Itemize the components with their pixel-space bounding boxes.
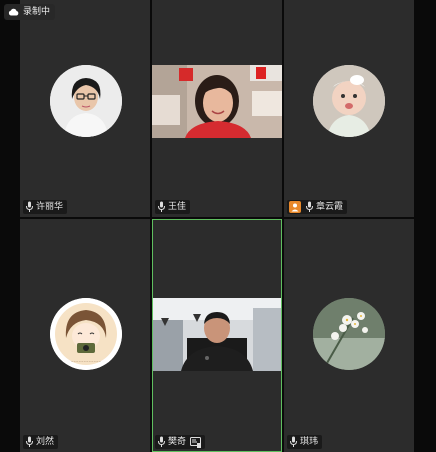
microphone-icon [158, 436, 165, 447]
host-badge-icon [289, 201, 301, 213]
participant-name: 刘然 [36, 437, 55, 447]
participant-video [152, 65, 282, 138]
microphone-icon [26, 201, 33, 212]
participant-tile-active-speaker[interactable]: 樊奇 [152, 219, 282, 452]
participant-video [153, 298, 281, 371]
participant-avatar [50, 65, 122, 137]
cloud-icon [8, 8, 19, 16]
svg-text:~~~~~~~~~~~~: ~~~~~~~~~~~~ [71, 359, 102, 363]
microphone-icon [290, 436, 297, 447]
participant-tile[interactable]: 许丽华 [20, 0, 150, 217]
recording-label: 录制中 [23, 7, 51, 17]
participant-nametag: 琪玮 [287, 435, 323, 449]
gallery-grid: 许丽华 王佳 章云霞 ~~~~~~~~~~~~ 刘然 樊奇 琪玮 [20, 0, 414, 452]
participant-nametag: 樊奇 [155, 435, 206, 449]
participant-tile[interactable]: ~~~~~~~~~~~~ 刘然 [20, 219, 150, 452]
participant-nametag: 章云霞 [287, 200, 348, 214]
participant-tile[interactable]: 王佳 [152, 0, 282, 217]
participant-nametag: 王佳 [155, 200, 191, 214]
participant-name: 许丽华 [36, 202, 64, 212]
microphone-icon [158, 201, 165, 212]
participant-nametag: 许丽华 [23, 200, 68, 214]
participant-avatar [313, 65, 385, 137]
participant-avatar: ~~~~~~~~~~~~ [50, 298, 122, 370]
participant-name: 章云霞 [316, 202, 344, 212]
participant-name: 樊奇 [168, 437, 187, 447]
screen-share-icon [190, 436, 202, 448]
participant-tile[interactable]: 章云霞 [284, 0, 414, 217]
microphone-icon [26, 436, 33, 447]
participant-name: 王佳 [168, 202, 187, 212]
participant-nametag: 刘然 [23, 435, 59, 449]
recording-indicator[interactable]: 录制中 [4, 4, 56, 20]
participant-tile[interactable]: 琪玮 [284, 219, 414, 452]
participant-avatar [313, 298, 385, 370]
participant-name: 琪玮 [300, 437, 319, 447]
microphone-icon [306, 201, 313, 212]
